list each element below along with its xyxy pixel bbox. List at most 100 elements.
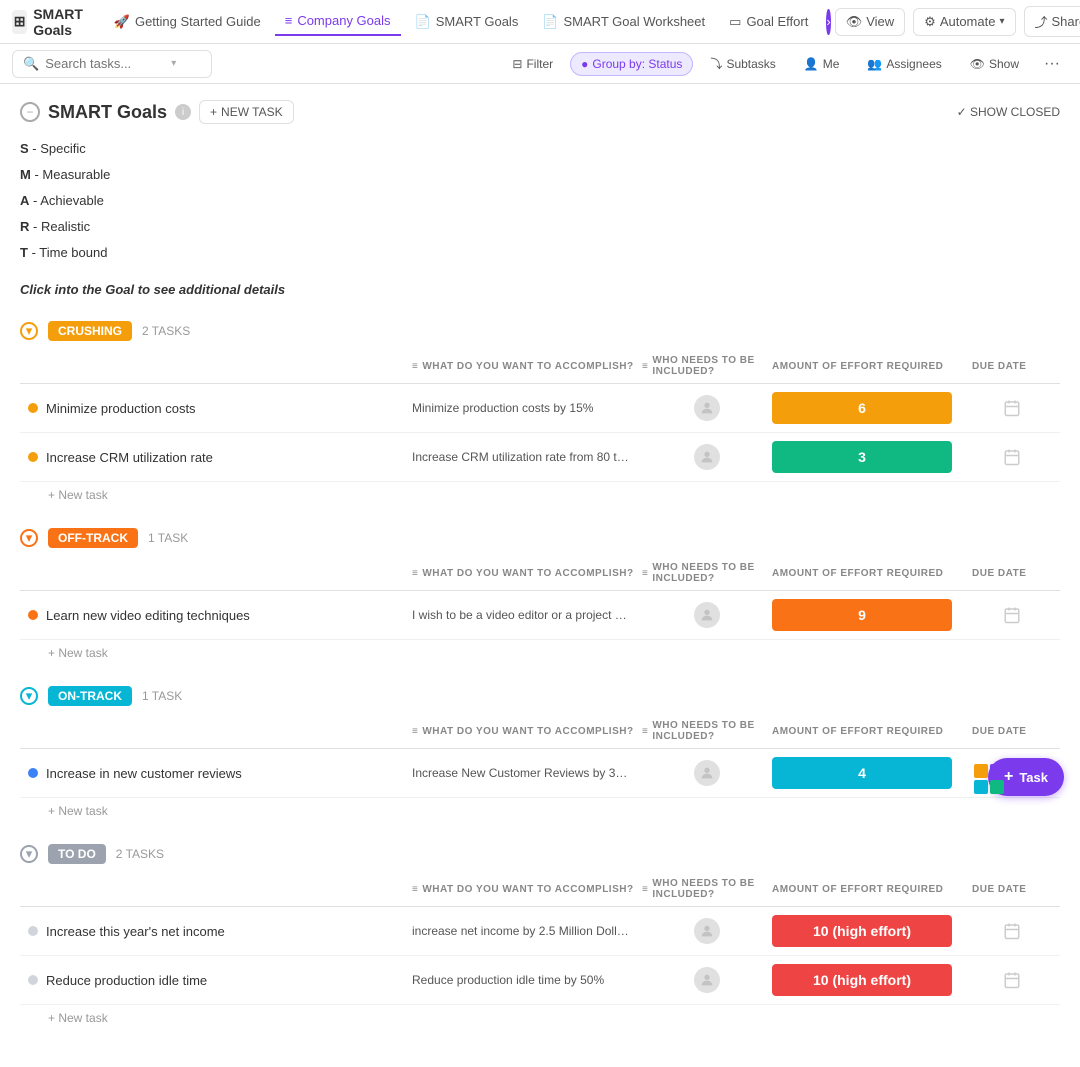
search-icon: 🔍 xyxy=(23,56,39,72)
person-icon[interactable] xyxy=(694,760,720,786)
person-icon[interactable] xyxy=(694,444,720,470)
group-header-on-track: ▾ ON-TRACK 1 TASK xyxy=(20,686,1060,706)
effort-cell: 10 (high effort) xyxy=(772,964,972,996)
task-name[interactable]: Minimize production costs xyxy=(46,401,196,416)
subtasks-button[interactable]: ⤵ Subtasks xyxy=(699,50,786,77)
group-by-icon: ● xyxy=(581,57,588,71)
task-person xyxy=(642,444,772,470)
group-badge-on-track[interactable]: ON-TRACK xyxy=(48,686,132,706)
task-status-dot xyxy=(28,768,38,778)
group-toggle-crushing[interactable]: ▾ xyxy=(20,322,38,340)
col-accomplish: ≡ WHAT DO YOU WANT TO ACCOMPLISH? xyxy=(412,361,642,372)
assignees-button[interactable]: 👥 Assignees xyxy=(856,52,952,76)
group-count-off-track: 1 TASK xyxy=(148,531,188,545)
info-icon[interactable]: i xyxy=(175,104,191,120)
automate-button[interactable]: ⚙ Automate ▾ xyxy=(913,8,1015,36)
app-logo[interactable]: ⊞ SMART Goals xyxy=(12,6,92,38)
new-task-row-todo[interactable]: + New task xyxy=(20,1005,1060,1027)
effort-bar: 9 xyxy=(772,599,952,631)
collapse-icon[interactable]: − xyxy=(20,102,40,122)
tab-company-goals[interactable]: ≡ Company Goals xyxy=(275,7,401,36)
task-name[interactable]: Increase in new customer reviews xyxy=(46,766,242,781)
due-date-cell[interactable] xyxy=(972,971,1052,989)
col-due: DUE DATE xyxy=(972,361,1052,372)
cg-cyan xyxy=(974,780,988,794)
new-task-row-off-track[interactable]: + New task xyxy=(20,640,1060,662)
page-title: SMART Goals xyxy=(48,102,167,123)
col-headers-crushing: ≡ WHAT DO YOU WANT TO ACCOMPLISH? ≡ WHO … xyxy=(20,349,1060,384)
due-date-cell[interactable] xyxy=(972,922,1052,940)
tab-smart-goals[interactable]: 📄 SMART Goals xyxy=(405,8,529,36)
show-icon: 👁 xyxy=(970,57,985,71)
task-name[interactable]: Increase CRM utilization rate xyxy=(46,450,213,465)
show-closed-label: ✓ SHOW CLOSED xyxy=(957,105,1060,119)
filter-icon: ⊟ xyxy=(512,57,522,71)
groups-container: ▾ CRUSHING 2 TASKS ≡ WHAT DO YOU WANT TO… xyxy=(20,321,1060,1027)
col-headers-off-track: ≡ WHAT DO YOU WANT TO ACCOMPLISH? ≡ WHO … xyxy=(20,556,1060,591)
group-toggle-off-track[interactable]: ▾ xyxy=(20,529,38,547)
effort-cell: 10 (high effort) xyxy=(772,915,972,947)
person-icon[interactable] xyxy=(694,395,720,421)
task-name-cell: Minimize production costs xyxy=(28,401,412,416)
show-button[interactable]: 👁 Show xyxy=(959,52,1030,76)
group-badge-todo[interactable]: TO DO xyxy=(48,844,106,864)
group-toggle-on-track[interactable]: ▾ xyxy=(20,687,38,705)
col-effort: AMOUNT OF EFFORT REQUIRED xyxy=(772,884,972,895)
task-person xyxy=(642,967,772,993)
group-toggle-todo[interactable]: ▾ xyxy=(20,845,38,863)
tab-smart-goals-icon: 📄 xyxy=(415,14,431,30)
col-headers-todo: ≡ WHAT DO YOU WANT TO ACCOMPLISH? ≡ WHO … xyxy=(20,872,1060,907)
col-accomplish: ≡ WHAT DO YOU WANT TO ACCOMPLISH? xyxy=(412,568,642,579)
more-options-button[interactable]: ··· xyxy=(1036,51,1068,77)
legend-achievable-text: - Achievable xyxy=(33,193,104,208)
new-task-row-crushing[interactable]: + New task xyxy=(20,482,1060,504)
table-row: Increase CRM utilization rate Increase C… xyxy=(20,433,1060,482)
view-button[interactable]: 👁 View xyxy=(835,8,905,36)
effort-bar: 4 xyxy=(772,757,952,789)
effort-cell: 4 xyxy=(772,757,972,789)
legend-m: M xyxy=(20,167,31,182)
color-grid-button[interactable] xyxy=(974,764,1004,794)
tab-goal-effort[interactable]: ▭ Goal Effort xyxy=(719,8,818,36)
more-tabs-button[interactable]: › xyxy=(826,9,830,35)
person-icon[interactable] xyxy=(694,602,720,628)
group-off-track: ▾ OFF-TRACK 1 TASK ≡ WHAT DO YOU WANT TO… xyxy=(20,528,1060,662)
legend-specific: S - Specific xyxy=(20,136,1060,162)
new-task-label: NEW TASK xyxy=(221,105,283,119)
task-name[interactable]: Learn new video editing techniques xyxy=(46,608,250,623)
search-input[interactable] xyxy=(45,56,165,71)
group-by-button[interactable]: ● Group by: Status xyxy=(570,52,693,76)
share-icon: ⤴ xyxy=(1035,12,1048,31)
task-status-dot xyxy=(28,926,38,936)
group-header-crushing: ▾ CRUSHING 2 TASKS xyxy=(20,321,1060,341)
me-button[interactable]: 👤 Me xyxy=(793,52,851,76)
new-task-row-on-track[interactable]: + New task xyxy=(20,798,1060,820)
view-icon: 👁 xyxy=(846,14,863,30)
due-date-cell[interactable] xyxy=(972,606,1052,624)
legend-s: S xyxy=(20,141,29,156)
legend-achievable: A - Achievable xyxy=(20,188,1060,214)
group-badge-off-track[interactable]: OFF-TRACK xyxy=(48,528,138,548)
tab-smart-goal-worksheet[interactable]: 📄 SMART Goal Worksheet xyxy=(532,8,715,36)
task-name[interactable]: Increase this year's net income xyxy=(46,924,225,939)
show-closed-button[interactable]: ✓ SHOW CLOSED xyxy=(957,105,1060,119)
tab-company-goals-label: Company Goals xyxy=(297,13,390,28)
tab-getting-started[interactable]: 🚀 Getting Started Guide xyxy=(104,8,271,36)
subtasks-icon: ⤵ xyxy=(710,55,722,72)
due-date-cell[interactable] xyxy=(972,448,1052,466)
person-icon[interactable] xyxy=(694,967,720,993)
due-date-cell[interactable] xyxy=(972,399,1052,417)
tab-getting-started-icon: 🚀 xyxy=(114,14,130,30)
new-task-button[interactable]: + NEW TASK xyxy=(199,100,294,124)
group-header-off-track: ▾ OFF-TRACK 1 TASK xyxy=(20,528,1060,548)
col-due: DUE DATE xyxy=(972,884,1052,895)
filter-button[interactable]: ⊟ Filter xyxy=(501,52,564,76)
share-button[interactable]: ⤴ Share xyxy=(1024,6,1080,37)
tab-goal-effort-icon: ▭ xyxy=(729,14,741,30)
task-name[interactable]: Reduce production idle time xyxy=(46,973,207,988)
person-icon[interactable] xyxy=(694,918,720,944)
search-box[interactable]: 🔍 ▾ xyxy=(12,50,212,78)
table-row: Learn new video editing techniques I wis… xyxy=(20,591,1060,640)
group-badge-crushing[interactable]: CRUSHING xyxy=(48,321,132,341)
toolbar: 🔍 ▾ ⊟ Filter ● Group by: Status ⤵ Subtas… xyxy=(0,44,1080,84)
